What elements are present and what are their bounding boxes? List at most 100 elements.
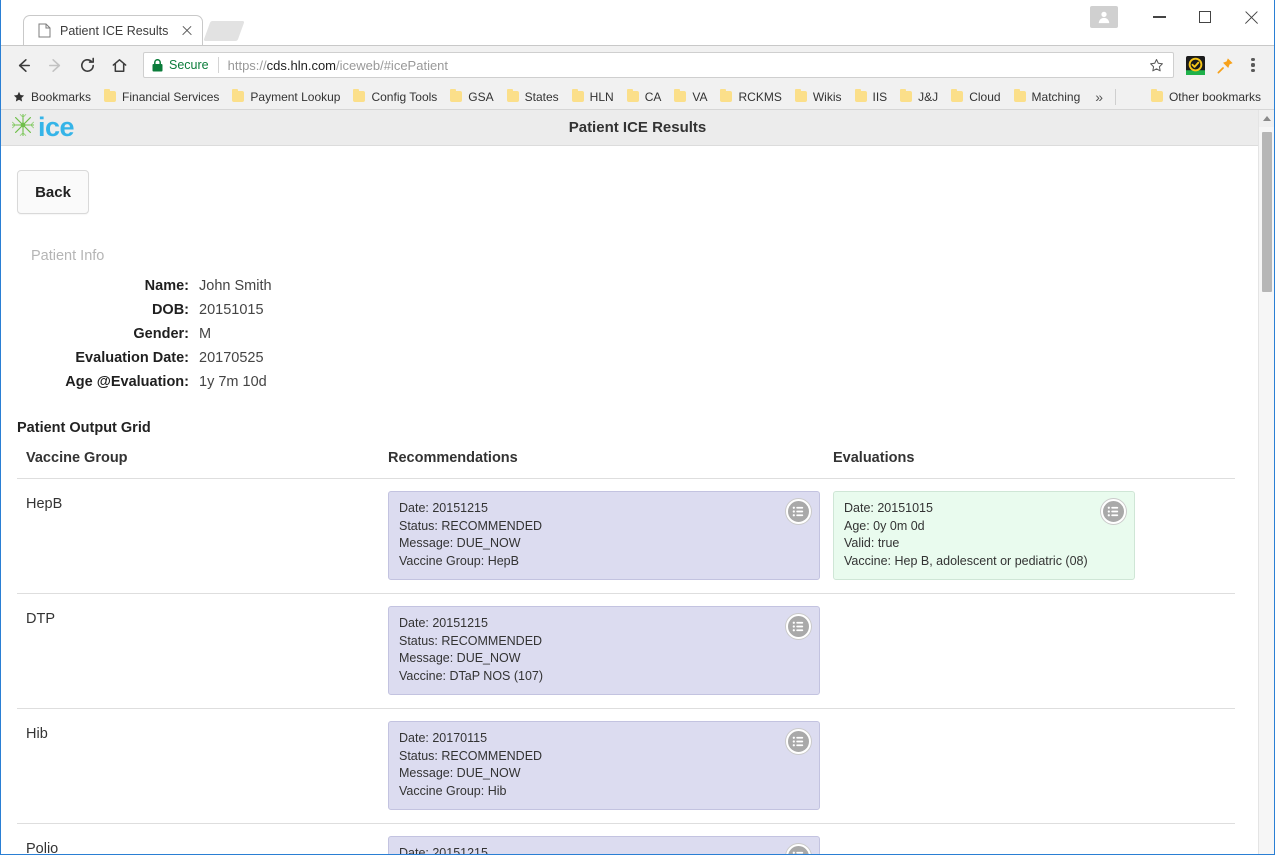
bookmark-item-hln[interactable]: HLN — [566, 88, 620, 106]
list-detail-icon[interactable] — [786, 614, 811, 639]
bookmark-label: GSA — [468, 90, 493, 104]
bookmark-item-jj[interactable]: J&J — [894, 88, 944, 106]
bookmark-label: States — [525, 90, 559, 104]
bookmark-label: J&J — [918, 90, 938, 104]
card-line-message: Message: DUE_NOW — [399, 535, 809, 553]
app-logo: ice — [1, 111, 74, 144]
folder-icon — [572, 91, 584, 102]
bookmark-item-ca[interactable]: CA — [621, 88, 668, 106]
folder-icon — [353, 91, 365, 102]
recommendation-card[interactable]: Date: 20151215 Status: RECOMMENDED — [388, 836, 820, 854]
bookmark-item-iis[interactable]: IIS — [849, 88, 894, 106]
bookmark-item-gsa[interactable]: GSA — [444, 88, 499, 106]
bookmark-item-payment-lookup[interactable]: Payment Lookup — [226, 88, 346, 106]
home-icon[interactable] — [105, 51, 133, 79]
bookmark-item-cloud[interactable]: Cloud — [945, 88, 1006, 106]
table-row: Hib Date: 20170115 Status: RECOMMENDED M… — [17, 709, 1235, 824]
card-line-status: Status: RECOMMENDED — [399, 633, 809, 651]
info-label-dob: DOB: — [17, 302, 189, 318]
window-close-button[interactable] — [1228, 2, 1274, 32]
pin-extension-icon[interactable] — [1213, 53, 1237, 77]
new-tab-button[interactable] — [204, 21, 245, 41]
card-line-date: Date: 20151015 — [844, 500, 1088, 518]
cell-evaluations — [833, 721, 1235, 810]
star-icon[interactable] — [1143, 53, 1169, 77]
tab-strip: Patient ICE Results — [1, 0, 1274, 46]
bookmark-item-va[interactable]: VA — [668, 88, 713, 106]
scroll-up-button[interactable] — [1259, 110, 1274, 127]
card-line-age: Age: 0y 0m 0d — [844, 518, 1088, 536]
bookmark-item-config-tools[interactable]: Config Tools — [347, 88, 443, 106]
maximize-button[interactable] — [1182, 2, 1228, 32]
bookmark-label: VA — [692, 90, 707, 104]
recommendation-card[interactable]: Date: 20151215 Status: RECOMMENDED Messa… — [388, 606, 820, 695]
list-detail-icon[interactable] — [786, 499, 811, 524]
ice-snowflake-logo — [9, 111, 37, 144]
bookmark-item-wikis[interactable]: Wikis — [789, 88, 848, 106]
page-title: Patient ICE Results — [1, 119, 1274, 136]
table-row: Polio Date: 20151215 Status: RECOMMENDED — [17, 824, 1235, 854]
back-button[interactable]: Back — [17, 170, 89, 214]
info-label-gender: Gender: — [17, 326, 189, 342]
list-detail-icon[interactable] — [786, 729, 811, 754]
close-icon[interactable] — [178, 22, 196, 40]
omnibox-divider — [218, 57, 219, 73]
bookmark-label: Other bookmarks — [1169, 90, 1261, 104]
three-dot-menu-icon[interactable] — [1240, 52, 1266, 78]
info-value-evaluation-date: 20170525 — [199, 350, 1258, 366]
bookmark-label: Wikis — [813, 90, 842, 104]
profile-avatar-icon[interactable] — [1090, 6, 1118, 28]
bookmark-label: Cloud — [969, 90, 1000, 104]
card-line-date: Date: 20151215 — [399, 615, 809, 633]
info-label-evaluation-date: Evaluation Date: — [17, 350, 189, 366]
bookmark-item-other-bookmarks[interactable]: Other bookmarks — [1145, 88, 1267, 106]
address-bar[interactable]: Secure https://cds.hln.com/iceweb/#icePa… — [143, 52, 1174, 78]
cell-vaccine-group: Polio — [17, 836, 388, 854]
bookmark-label: Bookmarks — [31, 90, 91, 104]
folder-icon — [674, 91, 686, 102]
folder-icon — [232, 91, 244, 102]
checkmark-extension-icon[interactable] — [1183, 53, 1207, 77]
card-line-message: Message: DUE_NOW — [399, 765, 809, 783]
card-line-vaccine-group: Vaccine Group: HepB — [399, 553, 809, 571]
url-path: /iceweb/#icePatient — [336, 58, 448, 73]
recommendation-card[interactable]: Date: 20170115 Status: RECOMMENDED Messa… — [388, 721, 820, 810]
info-value-name: John Smith — [199, 278, 1258, 294]
folder-icon — [507, 91, 519, 102]
tab-patient-ice-results[interactable]: Patient ICE Results — [23, 15, 203, 45]
minimize-button[interactable] — [1136, 2, 1182, 32]
recommendation-card[interactable]: Date: 20151215 Status: RECOMMENDED Messa… — [388, 491, 820, 580]
card-line-date: Date: 20170115 — [399, 730, 809, 748]
evaluation-card[interactable]: Date: 20151015 Age: 0y 0m 0d Valid: true… — [833, 491, 1135, 580]
info-value-dob: 20151015 — [199, 302, 1258, 318]
scrollbar-thumb[interactable] — [1262, 132, 1272, 292]
folder-icon — [450, 91, 462, 102]
card-line-date: Date: 20151215 — [399, 500, 809, 518]
bookmarks-overflow-button[interactable]: » — [1087, 89, 1111, 105]
folder-icon — [795, 91, 807, 102]
folder-icon — [855, 91, 867, 102]
bookmark-item-states[interactable]: States — [501, 88, 565, 106]
bookmark-item-matching[interactable]: Matching — [1008, 88, 1087, 106]
page-scrollbar[interactable] — [1258, 110, 1274, 854]
window-controls — [1090, 0, 1274, 34]
column-header-vaccine-group: Vaccine Group — [17, 450, 388, 466]
app-header: ice Patient ICE Results — [1, 110, 1274, 146]
browser-window: Patient ICE Results — [0, 0, 1275, 855]
table-row: HepB Date: 20151215 Status: RECOMMENDED … — [17, 479, 1235, 594]
cell-recommendations: Date: 20170115 Status: RECOMMENDED Messa… — [388, 721, 833, 810]
list-detail-icon[interactable] — [1101, 499, 1126, 524]
patient-info-heading: Patient Info — [17, 248, 1258, 264]
bookmark-item-financial-services[interactable]: Financial Services — [98, 88, 225, 106]
bookmark-item-bookmarks[interactable]: Bookmarks — [7, 88, 97, 106]
folder-icon — [104, 91, 116, 102]
bookmark-label: HLN — [590, 90, 614, 104]
reload-icon[interactable] — [73, 51, 101, 79]
back-arrow-icon[interactable] — [9, 51, 37, 79]
info-label-age-at-evaluation: Age @Evaluation: — [17, 374, 189, 390]
bookmark-item-rckms[interactable]: RCKMS — [714, 88, 787, 106]
table-header-row: Vaccine Group Recommendations Evaluation… — [17, 450, 1235, 479]
folder-icon — [900, 91, 912, 102]
bookmark-label: IIS — [873, 90, 888, 104]
forward-arrow-icon[interactable] — [41, 51, 69, 79]
